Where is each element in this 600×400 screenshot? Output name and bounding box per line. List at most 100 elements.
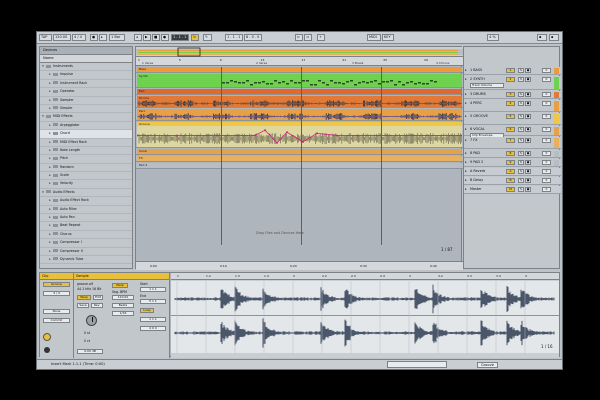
track-activator[interactable]: 9 <box>506 160 515 165</box>
loop-length-field-2[interactable]: 4 0 0 <box>140 326 166 331</box>
volume-field[interactable]: 0 <box>542 77 551 82</box>
browser-item[interactable]: ▸ Auto Filter <box>40 206 132 215</box>
record-icon[interactable]: ● <box>161 34 169 41</box>
track-activator[interactable]: 5 <box>506 114 515 119</box>
mixer-track-row[interactable]: ▸ 8 PAD 8 S ● 0 <box>464 150 561 158</box>
punch-out-icon[interactable]: ⊐ <box>304 34 312 41</box>
volume-field[interactable]: 0 <box>542 92 551 97</box>
volume-field[interactable]: 0 <box>542 114 551 119</box>
key-map-button[interactable]: KEY <box>382 34 394 41</box>
solo-button[interactable]: S <box>518 101 524 106</box>
sample-tab[interactable]: Sample <box>74 273 169 280</box>
solo-button[interactable]: S <box>518 169 524 174</box>
track-activator[interactable]: B <box>506 178 515 183</box>
arm-button[interactable]: ● <box>525 151 531 156</box>
mixer-track-row[interactable]: ▸ 4 PERC 4 S ● 0 <box>464 100 561 112</box>
solo-button[interactable]: S <box>518 187 524 192</box>
mixer-track-row[interactable]: ▸ Master M S ● 0 <box>464 186 561 194</box>
arm-button[interactable]: ● <box>525 187 531 192</box>
tempo-field[interactable]: 120.00 <box>53 34 71 41</box>
groove-select[interactable]: None <box>43 309 70 314</box>
browser-item[interactable]: ▾ Audio Effects <box>40 189 132 198</box>
transpose-knob[interactable] <box>86 315 97 326</box>
browser-item[interactable]: ▸ Scale <box>40 172 132 181</box>
volume-field[interactable]: 0 <box>542 127 551 132</box>
loop-toggle[interactable]: Loop <box>140 308 154 313</box>
position-display[interactable]: 1 . 1 . 1 <box>171 34 189 41</box>
loop-position-field[interactable]: 1 1 1 <box>140 317 166 322</box>
expand-right-icon[interactable]: ▸ <box>465 127 467 131</box>
arm-button[interactable]: ● <box>525 138 531 143</box>
locator-marker[interactable]: 3 Break <box>352 61 364 65</box>
track-lane[interactable]: Pad <box>136 89 463 95</box>
expand-right-icon[interactable]: ▸ <box>465 92 467 96</box>
browser-item[interactable]: ▾ MIDI Effects <box>40 113 132 122</box>
mixer-track-row[interactable]: ▸ 3 DRUMS 3 S ● 0 <box>464 91 561 99</box>
track-activator[interactable]: A <box>506 169 515 174</box>
arm-button[interactable]: ● <box>525 160 531 165</box>
clip-activator-icon[interactable] <box>43 333 51 341</box>
automation-select[interactable]: Track Volume <box>470 83 504 88</box>
metronome-icon[interactable]: ● <box>90 34 98 41</box>
arm-button[interactable]: ● <box>525 114 531 119</box>
commit-button[interactable]: Commit <box>43 318 70 323</box>
browser-item[interactable]: ▸ Impulse <box>40 71 132 80</box>
loop-icon[interactable]: ↻ <box>191 34 199 41</box>
track-activator[interactable]: 7 <box>506 138 515 143</box>
browser-item[interactable]: ▸ Chord <box>40 130 132 139</box>
solo-button[interactable]: S <box>518 68 524 73</box>
track-activator[interactable]: 8 <box>506 151 515 156</box>
browser-item[interactable]: ▸ MIDI Effect Rack <box>40 139 132 147</box>
browser-item[interactable]: ▸ Arpeggiator <box>40 122 132 131</box>
warp-mode-button[interactable]: Warp <box>112 283 128 288</box>
arrangement-ruler[interactable]: 1 5 9 13 17 21 25 29 1 Verse 2 Verse 3 Break 4 Chor… <box>136 57 463 66</box>
volume-field[interactable]: 0 <box>542 101 551 106</box>
solo-button[interactable]: S <box>518 160 524 165</box>
back-icon[interactable]: ◂ <box>134 34 142 41</box>
browser-item[interactable]: ▸ Velocity <box>40 180 132 189</box>
track-lane[interactable]: Perc <box>136 109 463 121</box>
locator-marker[interactable]: 4 Chorus <box>436 61 449 65</box>
arrangement-overview[interactable] <box>136 47 463 57</box>
expand-right-icon[interactable]: ▸ <box>465 160 467 164</box>
arrangement-clip[interactable]: Pad <box>137 89 462 94</box>
start-field[interactable]: 1 1 1 <box>140 287 166 292</box>
arm-button[interactable]: ● <box>525 77 531 82</box>
mixer-track-row[interactable]: ▸ B Delay B S ● 0 <box>464 177 561 185</box>
arrangement-clip[interactable]: Vocal <box>137 149 462 154</box>
mixer-track-row[interactable]: ▸ 1 BASS 1 S ● 0 <box>464 67 561 75</box>
solo-button[interactable]: S <box>518 92 524 97</box>
browser-item[interactable]: ▸ Dynamic Tube <box>40 256 132 265</box>
expand-right-icon[interactable]: ▸ <box>465 151 467 155</box>
browser-item[interactable]: ▸ Beat Repeat <box>40 222 132 231</box>
expand-right-icon[interactable]: ▸ <box>465 114 467 118</box>
arrangement-clip[interactable]: FX <box>137 156 462 161</box>
save-button[interactable]: Save <box>77 303 89 308</box>
end-field[interactable]: 5 1 1 <box>140 299 166 304</box>
track-lane[interactable]: Bass <box>136 67 463 73</box>
expand-right-icon[interactable]: ▸ <box>465 68 467 72</box>
signature-field[interactable]: 4 / 4 <box>43 291 70 296</box>
browser-item[interactable]: ▸ Simpler <box>40 105 132 114</box>
locator-marker[interactable]: 2 Verse <box>256 61 267 65</box>
locator-marker[interactable]: 1 Verse <box>142 61 153 65</box>
loop-length-field[interactable]: 8 . 0 . 0 <box>244 34 262 41</box>
track-activator[interactable]: 1 <box>506 68 515 73</box>
browser-item[interactable]: ▾ Instruments <box>40 63 132 72</box>
arm-button[interactable]: ● <box>525 169 531 174</box>
solo-button[interactable]: S <box>518 138 524 143</box>
track-activator[interactable]: 4 <box>506 101 515 106</box>
quantize-select[interactable]: 1 Bar <box>109 34 125 41</box>
clip-tab[interactable]: Clip <box>40 273 73 280</box>
volume-field[interactable]: 0 <box>542 151 551 156</box>
track-lane[interactable]: Drums <box>136 96 463 108</box>
track-activator[interactable]: 2 <box>506 77 515 82</box>
mixer-track-row[interactable]: ▸ 9 PAD 2 9 S ● 0 <box>464 159 561 167</box>
solo-button[interactable]: S <box>518 178 524 183</box>
volume-field[interactable]: 0 <box>542 169 551 174</box>
arm-button[interactable]: ● <box>525 68 531 73</box>
warp-toggle[interactable]: Warp <box>77 295 91 300</box>
rev-button[interactable]: Rev. <box>91 303 103 308</box>
solo-button[interactable]: S <box>518 114 524 119</box>
solo-button[interactable]: S <box>518 151 524 156</box>
